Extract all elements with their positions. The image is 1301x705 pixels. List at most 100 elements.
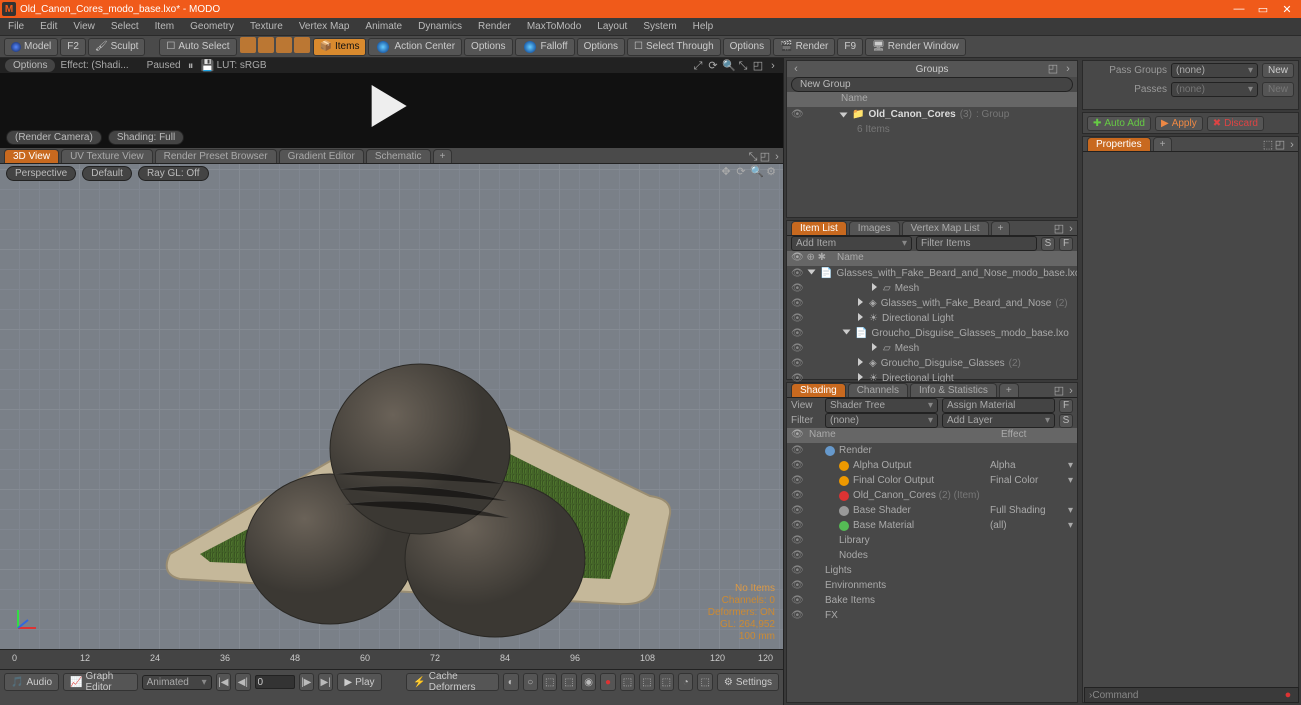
s-button[interactable]: S: [1041, 237, 1055, 251]
menu-item[interactable]: Item: [147, 19, 182, 34]
tl-ic9[interactable]: ◔: [678, 673, 693, 691]
prop-ic2[interactable]: ◰: [1274, 139, 1286, 151]
f-button[interactable]: F: [1059, 237, 1073, 251]
auto-select-button[interactable]: ☐ Auto Select: [159, 38, 236, 56]
audio-button[interactable]: 🎵 Audio: [4, 673, 59, 691]
discard-button[interactable]: ✖ Discard: [1207, 116, 1264, 131]
item-row[interactable]: 👁▱ Mesh: [787, 281, 1077, 296]
tab-add-il[interactable]: +: [991, 221, 1011, 235]
vp-raygl[interactable]: Ray GL: Off: [138, 166, 209, 181]
vp-zoom-icon[interactable]: 🔍: [750, 166, 762, 178]
shader-row[interactable]: 👁Library: [787, 533, 1077, 548]
menu-maxtomodo[interactable]: MaxToModo: [519, 19, 589, 34]
menu-select[interactable]: Select: [103, 19, 147, 34]
axis-widget[interactable]: [12, 606, 40, 637]
timeline-ruler[interactable]: 0 12 24 36 48 60 72 84 96 108 120 120: [0, 650, 783, 670]
vp-perspective[interactable]: Perspective: [6, 166, 76, 181]
shader-row[interactable]: 👁Nodes: [787, 548, 1077, 563]
options2-button[interactable]: Options: [577, 38, 625, 56]
add-item-dropdown[interactable]: Add Item▾: [791, 236, 912, 251]
vp-split-icon[interactable]: ⤡: [747, 151, 759, 163]
animated-dropdown[interactable]: Animated▾: [142, 675, 212, 690]
tl-ic3[interactable]: ⬚: [542, 673, 557, 691]
apply-button[interactable]: ▶ Apply: [1155, 116, 1203, 131]
panel-max-icon[interactable]: ◰: [1047, 63, 1059, 75]
goto-end-button[interactable]: ▶|: [318, 673, 333, 691]
shader-row[interactable]: 👁 Old_Canon_Cores (2) (Item): [787, 488, 1077, 503]
menu-geometry[interactable]: Geometry: [182, 19, 242, 34]
prop-ic1[interactable]: ⬚: [1262, 139, 1274, 151]
tab-add-prop[interactable]: +: [1153, 137, 1173, 151]
step-fwd-button[interactable]: |▶: [299, 673, 314, 691]
sh-menu-icon[interactable]: ›: [1065, 385, 1077, 397]
tab-images[interactable]: Images: [849, 221, 900, 235]
assign-material[interactable]: Assign Material: [942, 398, 1055, 413]
tl-ic2[interactable]: ○: [523, 673, 538, 691]
maximize-button[interactable]: ▭: [1257, 3, 1269, 15]
panel-menu-icon[interactable]: ›: [1062, 63, 1074, 75]
item-row[interactable]: 👁📄 Glasses_with_Fake_Beard_and_Nose_modo…: [787, 266, 1077, 281]
resize-icon[interactable]: ⤡: [737, 60, 749, 72]
vp-max-icon[interactable]: ◰: [759, 151, 771, 163]
preview-shading[interactable]: Shading: Full: [108, 130, 184, 145]
tab-gradient[interactable]: Gradient Editor: [279, 149, 364, 163]
filter-dropdown[interactable]: (none)▾: [825, 413, 938, 428]
tab-schematic[interactable]: Schematic: [366, 149, 431, 163]
menu-file[interactable]: File: [0, 19, 32, 34]
reload-icon[interactable]: ⟳: [707, 60, 719, 72]
tab-preset[interactable]: Render Preset Browser: [155, 149, 277, 163]
shader-row[interactable]: 👁 Final Color OutputFinal Color▾: [787, 473, 1077, 488]
3d-viewport[interactable]: Perspective Default Ray GL: Off ✥ ⟳ 🔍 ⚙: [0, 164, 783, 649]
tl-ic6[interactable]: ⬚: [620, 673, 635, 691]
pass-groups-dropdown[interactable]: (none)▾: [1171, 63, 1258, 78]
preview-camera[interactable]: (Render Camera): [6, 130, 102, 145]
tab-itemlist[interactable]: Item List: [791, 221, 847, 235]
new-passgroup-button[interactable]: New: [1262, 63, 1294, 78]
action-center-button[interactable]: Action Center: [368, 38, 462, 56]
command-input[interactable]: › Command●: [1084, 687, 1299, 703]
select-mode-icons[interactable]: [239, 37, 311, 56]
menu-help[interactable]: Help: [685, 19, 722, 34]
f9-button[interactable]: F9: [837, 38, 863, 56]
il-max-icon[interactable]: ◰: [1053, 223, 1065, 235]
menu-layout[interactable]: Layout: [589, 19, 635, 34]
vp-gear-icon[interactable]: ⚙: [765, 166, 777, 178]
menu-render[interactable]: Render: [470, 19, 519, 34]
falloff-button[interactable]: Falloff: [515, 38, 575, 56]
cmd-clear-icon[interactable]: ●: [1282, 689, 1294, 701]
tab-3dview[interactable]: 3D View: [4, 149, 59, 163]
pause-icon[interactable]: ⏸: [185, 60, 197, 72]
options3-button[interactable]: Options: [723, 38, 771, 56]
menu-dynamics[interactable]: Dynamics: [410, 19, 470, 34]
shader-row[interactable]: 👁 Base ShaderFull Shading▾: [787, 503, 1077, 518]
shader-row[interactable]: 👁Bake Items: [787, 593, 1077, 608]
chevron-icon[interactable]: ‹: [790, 63, 802, 75]
tl-ic1[interactable]: ◐: [503, 673, 518, 691]
vp-move-icon[interactable]: ✥: [720, 166, 732, 178]
preview-effect[interactable]: Effect: (Shadi...: [60, 60, 128, 71]
settings-button[interactable]: ⚙ Settings: [717, 673, 779, 691]
render-button[interactable]: 🎬 Render: [773, 38, 835, 56]
zoom-icon[interactable]: 🔍: [722, 60, 734, 72]
close-button[interactable]: ✕: [1281, 3, 1293, 15]
tab-add[interactable]: +: [433, 149, 453, 163]
minimize-button[interactable]: —: [1233, 3, 1245, 15]
shader-row[interactable]: 👁 Render: [787, 443, 1077, 458]
render-window-button[interactable]: 🖥 Render Window: [865, 38, 966, 56]
current-frame-input[interactable]: [255, 675, 295, 689]
save-icon[interactable]: 💾: [201, 60, 213, 72]
tl-ic7[interactable]: ⬚: [639, 673, 654, 691]
goto-start-button[interactable]: |◀: [216, 673, 231, 691]
s-btn[interactable]: S: [1059, 414, 1073, 428]
shader-row[interactable]: 👁Lights: [787, 563, 1077, 578]
item-row[interactable]: 👁☀ Directional Light: [787, 311, 1077, 326]
tab-shading[interactable]: Shading: [791, 383, 846, 397]
cache-deformers-button[interactable]: ⚡ Cache Deformers: [406, 673, 499, 691]
tl-ic4[interactable]: ⬚: [561, 673, 576, 691]
sh-max-icon[interactable]: ◰: [1053, 385, 1065, 397]
group-row[interactable]: 👁📁 Old_Canon_Cores (3): Group: [787, 107, 1077, 122]
il-menu-icon[interactable]: ›: [1065, 223, 1077, 235]
item-row[interactable]: 👁📄 Groucho_Disguise_Glasses_modo_base.lx…: [787, 326, 1077, 341]
shader-row[interactable]: 👁FX: [787, 608, 1077, 623]
add-layer-dropdown[interactable]: Add Layer▾: [942, 413, 1055, 428]
